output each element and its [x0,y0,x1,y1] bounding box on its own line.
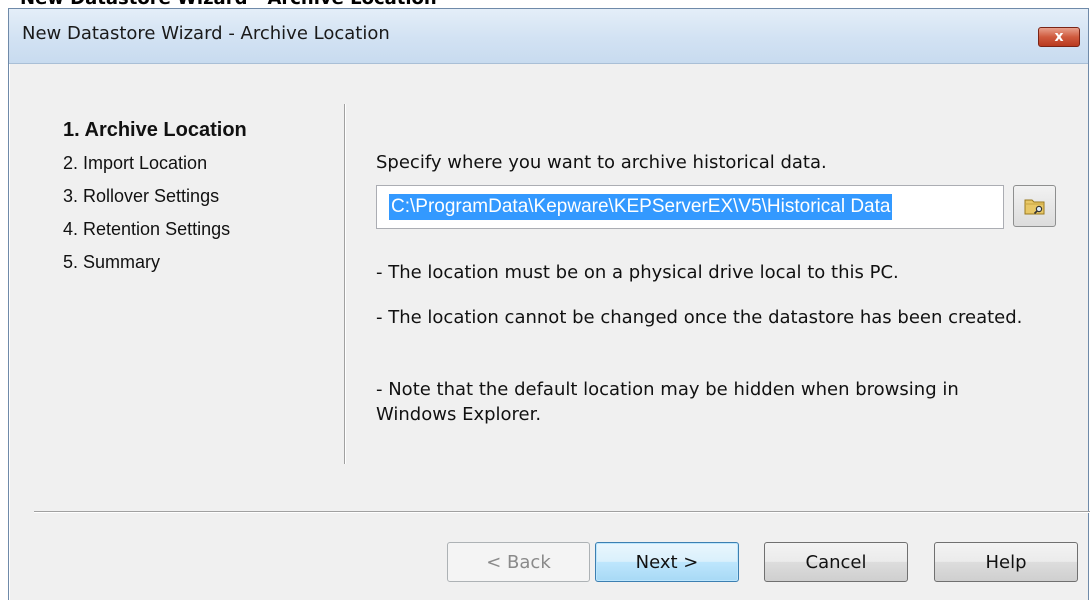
back-button[interactable]: < Back [447,542,590,582]
step-list: 1. Archive Location 2. Import Location 3… [63,119,247,284]
close-icon: x [1054,29,1064,45]
horizontal-divider [34,511,1090,512]
note-physical-drive: - The location must be on a physical dri… [376,262,899,283]
folder-search-icon [1024,199,1044,215]
title-bar[interactable]: New Datastore Wizard - Archive Location … [9,9,1088,64]
archive-path-value: C:\ProgramData\Kepware\KEPServerEX\V5\Hi… [389,194,893,220]
browse-button[interactable] [1013,185,1056,227]
window-title: New Datastore Wizard - Archive Location [22,23,390,44]
archive-path-input[interactable]: C:\ProgramData\Kepware\KEPServerEX\V5\Hi… [376,185,1004,229]
step-item-rollover-settings: 3. Rollover Settings [63,186,220,206]
note-hidden-location: - Note that the default location may be … [376,379,959,425]
vertical-divider [344,104,345,464]
next-button[interactable]: Next > [595,542,739,582]
step-item-retention-settings: 4. Retention Settings [63,219,231,239]
archive-prompt: Specify where you want to archive histor… [376,152,827,173]
step-item-summary: 5. Summary [63,252,161,272]
caption-text: New Datastore Wizard - Archive Location [20,0,437,8]
step-item-archive-location: 1. Archive Location [63,119,247,141]
cancel-button[interactable]: Cancel [764,542,908,582]
wizard-window: New Datastore Wizard - Archive Location … [8,8,1090,600]
step-item-import-location: 2. Import Location [63,153,208,173]
caption-strip: New Datastore Wizard - Archive Location [0,0,1090,8]
close-button[interactable]: x [1038,27,1080,47]
help-button[interactable]: Help [934,542,1078,582]
wizard-body: 1. Archive Location 2. Import Location 3… [10,64,1090,600]
note-cannot-change: - The location cannot be changed once th… [376,307,1023,328]
